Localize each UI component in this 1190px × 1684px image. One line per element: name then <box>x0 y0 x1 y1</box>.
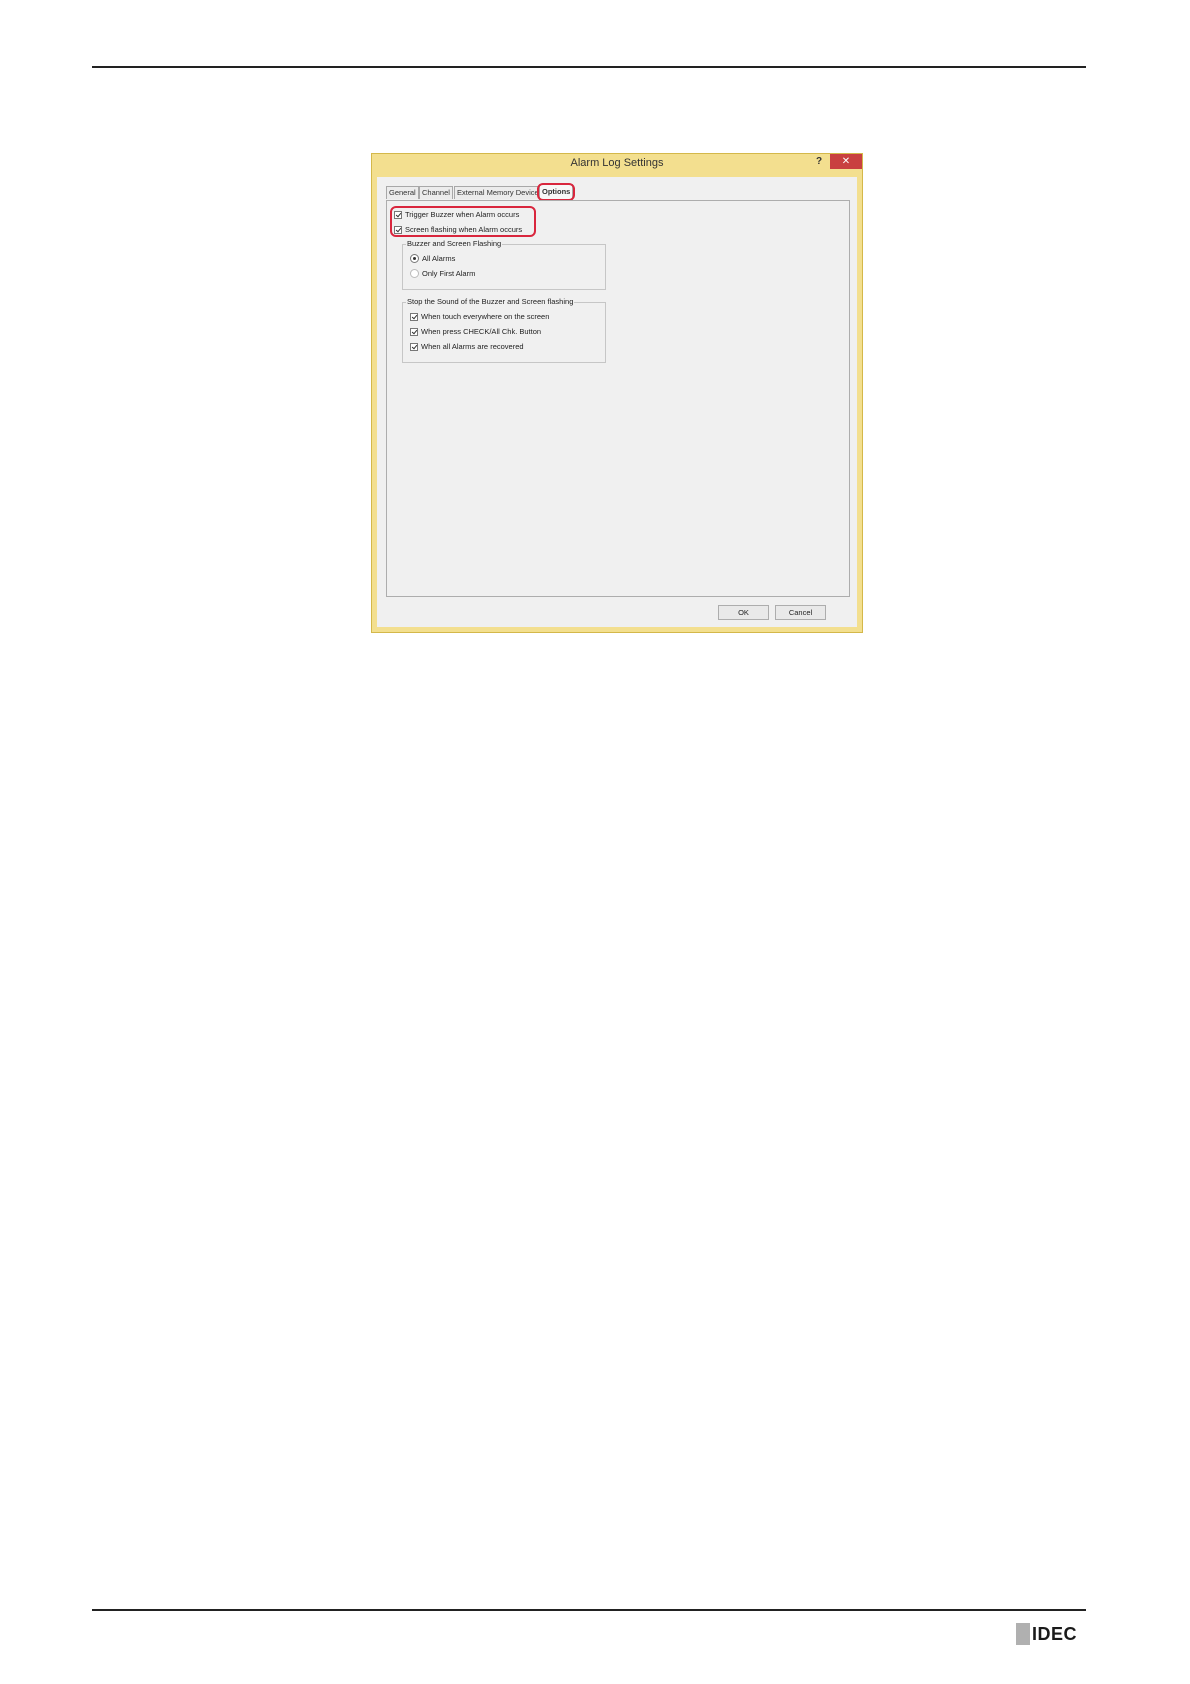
stop-group-label: Stop the Sound of the Buzzer and Screen … <box>406 297 575 306</box>
tab-channel[interactable]: Channel <box>419 186 453 199</box>
checkbox-highlight <box>390 206 536 237</box>
stop-sound-group: Stop the Sound of the Buzzer and Screen … <box>402 297 606 363</box>
help-button[interactable]: ? <box>812 155 826 169</box>
touch-anywhere-label: When touch everywhere on the screen <box>421 312 550 321</box>
all-recovered-checkbox[interactable]: When all Alarms are recovered <box>410 342 524 351</box>
tab-external-memory-device[interactable]: External Memory Device <box>454 186 542 199</box>
buzzer-group-label: Buzzer and Screen Flashing <box>406 239 503 248</box>
close-button[interactable]: ✕ <box>830 154 862 169</box>
options-panel: Trigger Buzzer when Alarm occurs Screen … <box>386 200 850 597</box>
idec-logo: IDEC <box>1016 1623 1077 1645</box>
ok-button[interactable]: OK <box>718 605 769 620</box>
title-bar: Alarm Log Settings ? ✕ <box>372 154 862 172</box>
alarm-log-settings-dialog: Alarm Log Settings ? ✕ General Channel E… <box>371 153 863 633</box>
touch-anywhere-checkbox[interactable]: When touch everywhere on the screen <box>410 312 549 321</box>
all-recovered-label: When all Alarms are recovered <box>421 342 524 351</box>
radio-unselected-icon <box>410 269 419 278</box>
checkbox-box <box>410 312 418 321</box>
dialog-client-area: General Channel External Memory Device O… <box>377 177 857 627</box>
footer-rule <box>92 1609 1086 1611</box>
only-first-alarm-radio[interactable]: Only First Alarm <box>410 269 475 278</box>
logo-mark-icon <box>1016 1623 1030 1645</box>
dialog-title: Alarm Log Settings <box>570 157 664 169</box>
tab-general[interactable]: General <box>386 186 419 199</box>
buzzer-screen-flashing-group: Buzzer and Screen Flashing All Alarms On… <box>402 239 606 290</box>
radio-selected-icon <box>410 254 419 263</box>
all-alarms-radio[interactable]: All Alarms <box>410 254 455 263</box>
cancel-button[interactable]: Cancel <box>775 605 826 620</box>
checkbox-box <box>410 342 418 351</box>
press-check-label: When press CHECK/All Chk. Button <box>421 327 542 336</box>
all-alarms-label: All Alarms <box>422 254 456 263</box>
header-rule <box>92 66 1086 68</box>
checkbox-box <box>410 327 418 336</box>
logo-text: IDEC <box>1032 1623 1078 1644</box>
press-check-checkbox[interactable]: When press CHECK/All Chk. Button <box>410 327 541 336</box>
only-first-alarm-label: Only First Alarm <box>422 269 476 278</box>
options-tab-highlight <box>537 183 575 201</box>
